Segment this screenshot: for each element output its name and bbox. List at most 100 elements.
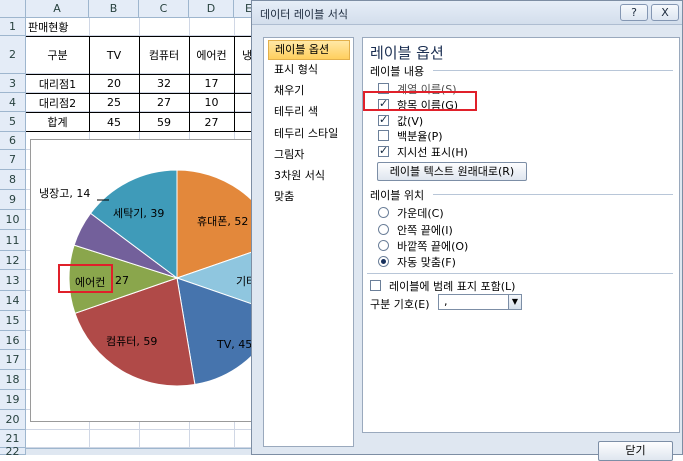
nav-item-alignment[interactable]: 맞춤 [268,187,350,207]
radio-dot[interactable] [378,240,389,251]
section-divider [367,273,673,274]
data-label-tv[interactable]: TV, 45 [217,338,252,351]
nav-item-3d-format[interactable]: 3차원 서식 [268,166,350,186]
row-header[interactable]: 15 [0,311,26,331]
header-cell-fridge[interactable]: 냉 [234,36,251,74]
radio-best-fit[interactable]: 자동 맞춤(F) [378,254,456,269]
nav-item-border-style[interactable]: 테두리 스타일 [268,124,350,144]
nav-item-label-options[interactable]: 레이블 옵션 [268,40,350,60]
radio-outside-end[interactable]: 바깥쪽 끝에(O) [378,238,468,253]
checkbox-label: 레이블에 범례 표지 포함(L) [389,279,516,293]
checkbox-box[interactable] [370,280,381,291]
radio-inside-end[interactable]: 안쪽 끝에(I) [378,222,453,237]
table-border [89,36,90,132]
data-label-washer[interactable]: 세탁기, 39 [113,205,164,221]
dialog-title: 데이터 레이블 서식 [260,8,348,21]
row-header[interactable]: 12 [0,251,26,270]
row-header[interactable]: 19 [0,390,26,410]
header-cell-category[interactable]: 구분 [26,36,89,74]
table-cell[interactable]: 27 [139,93,189,112]
row-header[interactable]: 10 [0,210,26,230]
radio-dot[interactable] [378,256,389,267]
checkbox-box[interactable] [378,113,389,126]
row-header[interactable]: 2 [0,36,26,74]
table-border [139,36,140,132]
row-header[interactable]: 3 [0,74,26,93]
nav-item-number-format[interactable]: 표시 형식 [268,60,350,80]
table-cell[interactable]: 25 [89,93,139,112]
checkbox-box[interactable] [378,130,389,141]
table-cell[interactable]: 대리점2 [26,93,89,112]
data-label-phone[interactable]: 휴대폰, 52 [197,213,248,229]
title-cell[interactable]: 판매현황 [28,18,108,36]
checkbox-leader-lines[interactable]: 지시선 표시(H) [378,144,468,159]
row-header[interactable]: 18 [0,370,26,390]
row-header[interactable]: 6 [0,132,26,150]
row-header[interactable]: 17 [0,350,26,370]
radio-label: 바깥쪽 끝에(O) [397,239,469,253]
table-cell[interactable]: 10 [189,93,234,112]
row-header[interactable]: 9 [0,190,26,210]
checkbox-include-legend-key[interactable]: 레이블에 범례 표지 포함(L) [370,278,515,293]
table-border [26,74,254,75]
checkbox-percentage[interactable]: 백분율(P) [378,128,443,143]
data-label-computer[interactable]: 컴퓨터, 59 [106,333,157,349]
help-button[interactable]: ? [620,4,648,21]
header-cell-computer[interactable]: 컴퓨터 [139,36,189,74]
row-header[interactable]: 13 [0,270,26,291]
radio-dot[interactable] [378,224,389,235]
radio-center[interactable]: 가운데(C) [378,205,444,220]
chevron-down-icon[interactable]: ▼ [508,295,521,309]
column-header-b[interactable]: B [89,0,139,18]
table-cell[interactable]: 59 [139,112,189,132]
table-cell[interactable]: 17 [189,74,234,93]
header-cell-aircon[interactable]: 에어컨 [189,36,234,74]
table-cell[interactable]: 합계 [26,112,89,132]
nav-item-fill[interactable]: 채우기 [268,81,350,101]
nav-item-border-color[interactable]: 테두리 색 [268,102,350,122]
table-border [26,36,254,37]
radio-label: 자동 맞춤(F) [397,255,456,269]
table-cell[interactable]: 45 [89,112,139,132]
table-border [26,93,254,94]
radio-label: 가운데(C) [397,206,444,220]
section-label-position: 레이블 위치 [370,189,425,202]
section-divider [433,70,673,71]
close-icon[interactable]: X [651,4,679,21]
reset-label-text-button[interactable]: 레이블 텍스트 원래대로(R) [377,162,527,181]
dialog-titlebar[interactable]: 데이터 레이블 서식 ? X [252,1,682,25]
data-label-aircon-value[interactable]: 27 [115,274,129,287]
row-header[interactable]: 11 [0,230,26,251]
row-header[interactable]: 20 [0,410,26,430]
data-label-fridge[interactable]: 냉장고, 14 [39,185,90,201]
column-header-c[interactable]: C [139,0,189,18]
select-all-corner[interactable] [0,0,26,18]
table-cell[interactable]: 27 [189,112,234,132]
dialog-nav-list: 레이블 옵션 표시 형식 채우기 테두리 색 테두리 스타일 그림자 3차원 서… [263,37,354,447]
checkbox-box[interactable] [378,144,389,157]
row-header[interactable]: 7 [0,150,26,170]
row-header[interactable]: 1 [0,18,26,36]
separator-select[interactable]: , ▼ [438,294,522,310]
row-header[interactable]: 16 [0,331,26,350]
column-header-d[interactable]: D [189,0,234,18]
header-cell-tv[interactable]: TV [89,36,139,74]
nav-item-shadow[interactable]: 그림자 [268,145,350,165]
row-header[interactable]: 4 [0,93,26,112]
highlight-category-name-option [363,91,477,111]
section-divider [433,194,673,195]
row-header[interactable]: 8 [0,170,26,190]
table-cell[interactable]: 20 [89,74,139,93]
row-header[interactable]: 22 [0,446,26,457]
table-cell[interactable]: 대리점1 [26,74,89,93]
checkbox-label: 값(V) [397,114,424,128]
sheet-tabs-strip[interactable] [26,448,251,455]
close-button[interactable]: 닫기 [598,441,673,461]
checkbox-value[interactable]: 값(V) [378,113,423,128]
section-label-contents: 레이블 내용 [370,65,425,78]
column-header-a[interactable]: A [26,0,89,18]
radio-dot[interactable] [378,207,389,218]
row-header[interactable]: 5 [0,112,26,132]
table-cell[interactable]: 32 [139,74,189,93]
row-header[interactable]: 14 [0,291,26,311]
